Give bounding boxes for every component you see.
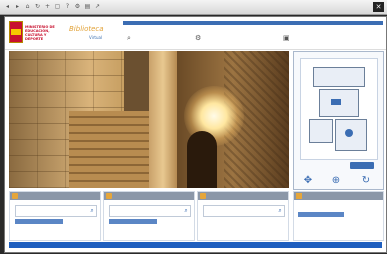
floor-plan-panel: ✥ ⊕ ↻ [293,51,384,190]
help-icon[interactable]: ? [64,3,71,10]
print-icon[interactable]: ▤ [84,3,91,10]
info-panel [293,191,384,241]
header: MINISTERIO DE EDUCACIÓN, CULTURA Y DEPOR… [5,17,386,50]
ministry-name: MINISTERIO DE EDUCACIÓN, CULTURA Y DEPOR… [25,25,55,41]
forward-icon[interactable]: ▸ [14,3,21,10]
stairs [69,111,149,188]
map-tools: ✥ ⊕ ↻ [294,175,383,189]
footer-bar [9,242,382,248]
floor-plan-map[interactable] [300,58,378,160]
zoom-icon[interactable]: ⊕ [330,175,342,187]
pillar [149,51,177,188]
close-button[interactable]: ✕ [373,2,384,12]
pan-icon[interactable]: ✥ [302,175,314,187]
panel-header [294,192,383,200]
app-content: MINISTERIO DE EDUCACIÓN, CULTURA Y DEPOR… [4,16,387,253]
zoom-icon[interactable]: + [44,3,51,10]
rotate-icon[interactable]: ↻ [360,175,372,187]
search-panel-2: ⌕ [103,191,195,241]
home-icon[interactable]: ⌂ [24,3,31,10]
share-icon[interactable]: ↗ [94,3,101,10]
map-control[interactable] [350,162,374,169]
title-bar: ◂ ▸ ⌂ ↻ + ▢ ? ⚙ ▤ ↗ ✕ [0,0,387,15]
library-name: Biblioteca [69,25,104,33]
search-icon[interactable]: ⌕ [89,207,95,214]
crest-icon [9,21,23,43]
header-link-2[interactable]: ⚙ [195,33,205,43]
header-link-3[interactable]: ▣ [283,33,293,43]
search-icon: ⌕ [127,33,131,42]
search-panel-3: ⌕ [197,191,289,241]
header-link-1[interactable]: ⌕ [127,33,137,43]
panel-header [10,192,100,200]
search-icon[interactable]: ⌕ [277,207,283,214]
library-sub: Virtual [89,35,103,40]
refresh-icon[interactable]: ↻ [34,3,41,10]
ministry-logo[interactable]: MINISTERIO DE EDUCACIÓN, CULTURA Y DEPOR… [9,21,65,45]
library-logo[interactable]: Biblioteca Virtual [67,22,117,44]
search-icon[interactable]: ⌕ [183,207,189,214]
panel-header [104,192,194,200]
search-panel-1: ⌕ [9,191,101,241]
panel-input[interactable]: ⌕ [109,205,191,217]
settings-icon[interactable]: ⚙ [74,3,81,10]
panel-link[interactable] [15,219,63,224]
panorama-view[interactable] [9,51,289,188]
gear-icon: ⚙ [195,33,202,42]
panel-input[interactable]: ⌕ [203,205,285,217]
back-icon[interactable]: ◂ [4,3,11,10]
app-window: ◂ ▸ ⌂ ↻ + ▢ ? ⚙ ▤ ↗ ✕ MINISTERIO DE EDUC… [0,0,387,254]
passage-arch [187,131,217,188]
top-bar [123,21,383,25]
panel-input[interactable]: ⌕ [15,205,97,217]
panel-header [198,192,288,200]
info-link[interactable] [298,212,344,217]
camera-icon: ▣ [283,33,290,42]
fullscreen-icon[interactable]: ▢ [54,3,61,10]
panel-link[interactable] [109,219,157,224]
